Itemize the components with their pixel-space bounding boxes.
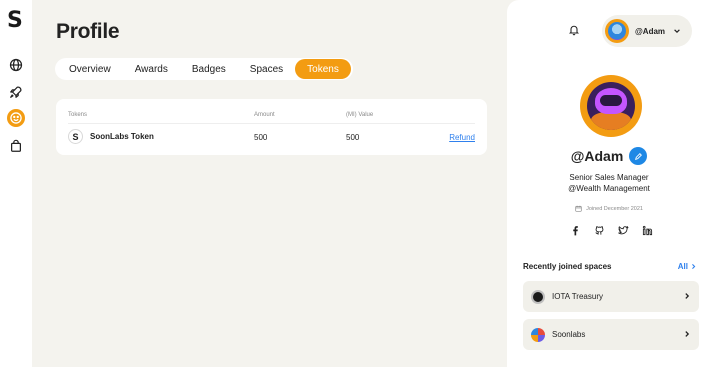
shopping-bag-icon[interactable] <box>7 137 25 155</box>
profile-avatar <box>580 75 642 137</box>
pencil-icon <box>634 152 642 160</box>
calendar-icon <box>575 205 582 212</box>
avatar <box>605 19 629 43</box>
profile-role-org: @Wealth Management <box>568 184 650 193</box>
linkedin-icon[interactable] <box>641 224 653 236</box>
space-name: Soonlabs <box>552 330 586 339</box>
soonlabs-logo-icon <box>531 327 545 342</box>
tab-overview[interactable]: Overview <box>57 59 123 79</box>
joined-date-text: Joined December 2021 <box>586 205 643 212</box>
globe-icon[interactable] <box>7 56 25 74</box>
github-icon[interactable] <box>593 224 605 236</box>
app-logo[interactable]: S <box>7 10 25 32</box>
tokens-table: Tokens Amount (MI) Value S SoonLabs Toke… <box>56 99 487 155</box>
tab-tokens[interactable]: Tokens <box>295 59 351 79</box>
main-content: Profile Overview Awards Badges Spaces To… <box>36 0 507 367</box>
chevron-right-icon <box>692 264 696 269</box>
left-rail: S <box>0 0 32 367</box>
column-header-tokens: Tokens <box>68 112 88 118</box>
joined-date: Joined December 2021 <box>507 205 711 212</box>
view-all-spaces-link[interactable]: All <box>678 262 697 271</box>
smiley-icon[interactable] <box>7 109 25 127</box>
social-links <box>569 224 653 236</box>
rocket-icon[interactable] <box>7 83 25 101</box>
twitter-icon[interactable] <box>617 224 629 236</box>
space-name: IOTA Treasury <box>552 292 603 301</box>
table-row: S SoonLabs Token <box>68 129 154 144</box>
profile-tabs: Overview Awards Badges Spaces Tokens <box>55 58 353 80</box>
edit-profile-button[interactable] <box>629 147 648 165</box>
page-title: Profile <box>56 20 120 43</box>
iota-logo-icon <box>531 289 545 304</box>
token-value: 500 <box>346 133 360 142</box>
view-all-label: All <box>677 262 688 271</box>
facebook-icon[interactable] <box>569 224 581 236</box>
column-header-value: (MI) Value <box>346 112 374 118</box>
token-name: SoonLabs Token <box>90 132 154 141</box>
token-amount: 500 <box>254 133 268 142</box>
space-item-iota-treasury[interactable]: IOTA Treasury <box>523 281 699 312</box>
chevron-down-icon <box>674 29 680 34</box>
refund-link[interactable]: Refund <box>449 133 475 142</box>
recent-spaces-title: Recently joined spaces <box>523 262 612 271</box>
soonlabs-token-icon: S <box>68 129 83 144</box>
chevron-right-icon <box>685 293 690 299</box>
profile-name: @Adam <box>570 148 624 164</box>
space-item-soonlabs[interactable]: Soonlabs <box>523 319 699 350</box>
bell-icon[interactable] <box>566 22 582 38</box>
tab-awards[interactable]: Awards <box>123 59 180 79</box>
tab-spaces[interactable]: Spaces <box>238 59 295 79</box>
profile-role-title: Senior Sales Manager <box>569 173 649 182</box>
user-menu[interactable]: @Adam <box>602 15 692 47</box>
table-divider <box>68 123 475 124</box>
tab-badges[interactable]: Badges <box>180 59 238 79</box>
chevron-right-icon <box>685 331 690 337</box>
profile-side-panel: @Adam @Adam Senior Sales Manager @Wealth… <box>507 0 711 367</box>
user-menu-name: @Adam <box>635 26 666 36</box>
column-header-amount: Amount <box>254 112 275 118</box>
profile-name-row: @Adam <box>507 147 711 165</box>
profile-role: Senior Sales Manager @Wealth Management <box>507 172 711 194</box>
